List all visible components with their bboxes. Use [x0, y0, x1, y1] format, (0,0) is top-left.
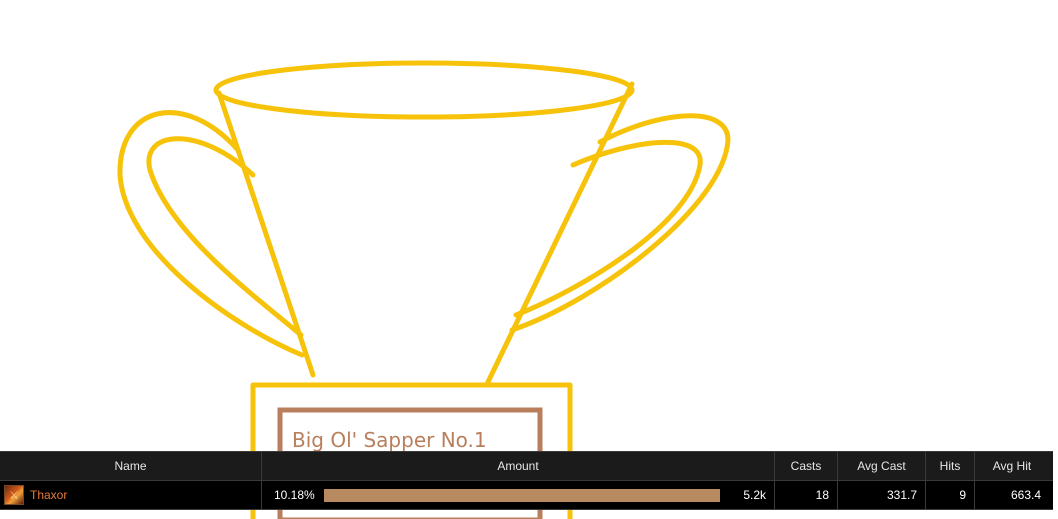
cup-right-side	[485, 81, 635, 385]
amount-bar-track	[324, 488, 720, 502]
column-header-name[interactable]: Name	[0, 452, 262, 480]
amount-cell: 10.18% 5.2k	[262, 481, 775, 509]
player-cell: ⚔ Thaxor	[0, 481, 262, 509]
player-name[interactable]: Thaxor	[30, 488, 67, 502]
plaque-text: Big Ol' Sapper No.1	[292, 428, 487, 452]
column-header-avg-hit[interactable]: Avg Hit	[975, 452, 1049, 480]
left-handle-inner	[146, 136, 304, 338]
cup-rim	[213, 60, 635, 120]
avg-cast-value: 331.7	[838, 481, 926, 509]
amount-total: 5.2k	[743, 488, 766, 502]
avg-hit-value: 663.4	[1010, 488, 1041, 502]
meter-header-row: Name Amount Casts Avg Cast Hits Avg Hit	[0, 452, 1053, 481]
table-row[interactable]: ⚔ Thaxor 10.18% 5.2k 18 331.7 9 663.4	[0, 481, 1053, 510]
column-header-avg-cast[interactable]: Avg Cast	[838, 452, 926, 480]
hits-value: 9	[926, 481, 975, 509]
column-header-casts[interactable]: Casts	[775, 452, 838, 480]
trophy-drawing	[117, 60, 731, 519]
warrior-class-icon: ⚔	[4, 485, 24, 505]
casts-value: 18	[775, 481, 838, 509]
damage-meter-panel: Name Amount Casts Avg Cast Hits Avg Hit …	[0, 451, 1053, 510]
column-header-hits[interactable]: Hits	[926, 452, 975, 480]
amount-percent: 10.18%	[274, 488, 315, 502]
column-header-amount[interactable]: Amount	[262, 452, 775, 480]
amount-bar-fill	[324, 488, 720, 502]
